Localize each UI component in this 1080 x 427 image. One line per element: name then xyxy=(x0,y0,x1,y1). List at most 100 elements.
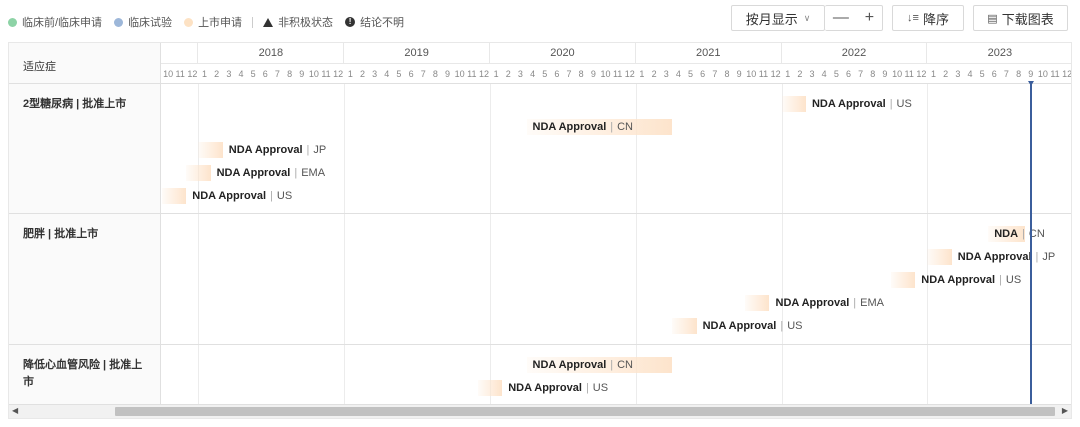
event-label[interactable]: NDA Approval | CN xyxy=(533,119,634,135)
event-label[interactable]: NDA Approval | US xyxy=(812,96,912,112)
event-label[interactable]: NDA Approval | US xyxy=(703,318,803,334)
sort-button[interactable]: ↓≡ 降序 xyxy=(892,5,964,31)
month-view-label: 按月显示 xyxy=(745,11,798,27)
month-tick-label: 1 xyxy=(639,69,645,79)
event-label[interactable]: NDA Approval | JP xyxy=(958,249,1055,265)
month-tick-label: 9 xyxy=(445,69,451,79)
horizontal-scrollbar[interactable]: ◀ ▶ xyxy=(9,404,1071,418)
zoom-out-button[interactable]: — xyxy=(833,9,849,27)
event-bar[interactable] xyxy=(891,272,916,288)
label-separator: | xyxy=(306,144,310,156)
event-bar[interactable] xyxy=(781,96,806,112)
today-marker-line xyxy=(1029,84,1032,404)
label-separator: | xyxy=(853,297,857,309)
month-tick-label: 11 xyxy=(612,69,623,79)
year-tick-label: 2022 xyxy=(782,43,928,64)
indication-row-label: 肥胖 | 批准上市 xyxy=(9,214,161,345)
download-chart-button[interactable]: ▤ 下载图表 xyxy=(973,5,1068,31)
scrollbar-thumb[interactable] xyxy=(115,407,1055,416)
label-separator: | xyxy=(610,359,614,371)
event-label[interactable]: NDA Approval | CN xyxy=(533,357,634,373)
month-tick-label: 10 xyxy=(1037,69,1048,79)
exclamation-icon: ! xyxy=(345,17,356,27)
sort-label: 降序 xyxy=(922,11,949,27)
event-label[interactable]: NDA Approval | EMA xyxy=(776,295,884,311)
legend-label: 结论不明 xyxy=(360,17,405,29)
month-tick-label: 6 xyxy=(262,69,268,79)
event-label[interactable]: NDA Approval | US xyxy=(921,272,1021,288)
event-bar[interactable] xyxy=(186,165,211,181)
event-region: US xyxy=(896,98,912,110)
legend-dot-icon xyxy=(184,17,194,27)
event-label[interactable]: NDA | CN xyxy=(994,226,1045,242)
year-cell xyxy=(161,43,199,64)
event-name: NDA Approval xyxy=(532,121,607,133)
scroll-left-arrow-icon[interactable]: ◀ xyxy=(12,406,18,415)
indication-row-label: 2型糖尿病 | 批准上市 xyxy=(9,84,161,214)
event-bar[interactable] xyxy=(927,249,952,265)
event-bar[interactable] xyxy=(745,295,770,311)
legend-item[interactable]: 非积极状态 xyxy=(263,14,333,30)
month-tick-label: 11 xyxy=(1050,69,1060,79)
year-gridline xyxy=(198,84,200,404)
zoom-controls: — + xyxy=(825,5,883,31)
year-gridline xyxy=(490,84,492,404)
month-tick-label: 7 xyxy=(1003,69,1009,79)
month-tick-label: 6 xyxy=(554,69,560,79)
event-bar[interactable] xyxy=(477,380,503,396)
chevron-down-icon: ∨ xyxy=(803,12,811,23)
event-bar[interactable] xyxy=(672,318,697,334)
month-tick-label: 5 xyxy=(833,69,839,79)
month-tick-label: 6 xyxy=(700,69,706,79)
indication-header: 适应症 xyxy=(9,43,161,84)
month-tick-label: 3 xyxy=(955,69,961,79)
label-separator: | xyxy=(889,98,893,110)
month-tick-label: 9 xyxy=(299,69,305,79)
month-tick-label: 2 xyxy=(359,69,365,79)
month-tick-label: 12 xyxy=(770,69,781,79)
legend-item[interactable]: 临床试验 xyxy=(114,14,172,30)
month-tick-label: 7 xyxy=(274,69,280,79)
legend-item[interactable]: 上市申请 xyxy=(184,14,242,30)
month-tick-label: 11 xyxy=(758,69,769,79)
event-region: CN xyxy=(617,359,633,371)
year-gridline xyxy=(781,84,783,404)
download-label: 下载图表 xyxy=(1001,11,1054,27)
event-name: NDA Approval xyxy=(811,98,886,110)
document-icon: ▤ xyxy=(987,12,998,25)
event-region: JP xyxy=(1042,251,1056,263)
scroll-right-arrow-icon[interactable]: ▶ xyxy=(1062,406,1068,415)
month-tick-label: 9 xyxy=(882,69,888,79)
sort-icon: ↓≡ xyxy=(907,12,919,24)
month-tick-label: 2 xyxy=(943,69,949,79)
event-bar[interactable] xyxy=(162,188,187,204)
event-label[interactable]: NDA Approval | JP xyxy=(229,142,326,158)
month-tick-label: 8 xyxy=(724,69,730,79)
month-tick-label: 12 xyxy=(916,69,927,79)
event-name: NDA Approval xyxy=(228,144,303,156)
legend-label: 上市申请 xyxy=(198,17,243,29)
event-label[interactable]: NDA Approval | EMA xyxy=(217,165,325,181)
month-tick-label: 8 xyxy=(287,69,293,79)
legend-item[interactable]: 临床前/临床申请 xyxy=(8,14,102,30)
month-tick-label: 5 xyxy=(542,69,548,79)
legend-item[interactable]: ! 结论不明 xyxy=(345,14,404,30)
event-label[interactable]: NDA Approval | US xyxy=(508,380,608,396)
event-label[interactable]: NDA Approval | US xyxy=(192,188,292,204)
month-tick-label: 5 xyxy=(979,69,985,79)
year-gridline xyxy=(927,84,929,404)
month-tick-label: 4 xyxy=(384,69,390,79)
month-tick-label: 10 xyxy=(600,69,611,79)
legend-dot-icon xyxy=(114,17,124,27)
label-separator: | xyxy=(585,382,589,394)
zoom-in-button[interactable]: + xyxy=(865,9,874,27)
event-bar[interactable] xyxy=(198,142,223,158)
month-tick-label: 3 xyxy=(372,69,378,79)
month-tick-label: 3 xyxy=(226,69,232,79)
event-name: NDA Approval xyxy=(192,190,267,202)
timeline[interactable]: 2018 2019 2020 2021 2022 2023 10 11 12 1 2 3 4 5 6 7 8 9… xyxy=(161,43,1071,418)
event-region: EMA xyxy=(301,167,326,179)
label-separator: | xyxy=(1022,228,1025,240)
month-view-select[interactable]: 按月显示 ∨ xyxy=(731,5,825,31)
month-tick-label: 1 xyxy=(347,69,353,79)
